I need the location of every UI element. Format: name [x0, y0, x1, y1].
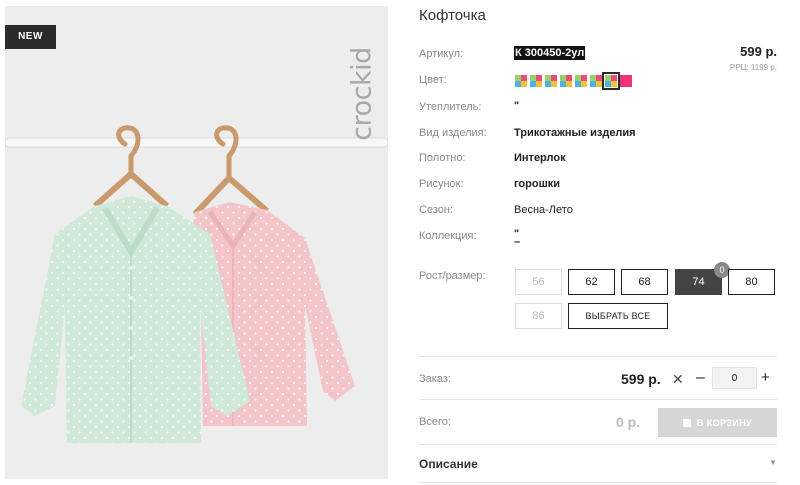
new-badge: NEW: [5, 25, 56, 49]
spec-label-season: Сезон:: [419, 204, 453, 216]
spec-label-pattern: Рисунок:: [419, 178, 464, 190]
plus-icon[interactable]: +: [761, 369, 770, 386]
product-info: Кофточка Артикул: К 300450-2ул 599 р. РР…: [419, 0, 781, 485]
brand-watermark: crockid: [345, 24, 379, 164]
swatch-multicolor-6[interactable]: [590, 75, 602, 87]
spec-value-season: Весна-Лето: [514, 204, 573, 216]
sku-highlight: К 300450-2ул: [514, 46, 586, 60]
spec-value-insulation: ": [514, 100, 520, 112]
spec-label-collection: Коллекция:: [419, 230, 477, 242]
swatch-multicolor-selected[interactable]: [602, 72, 620, 90]
brand-watermark-text: crockid: [346, 47, 378, 141]
chevron-down-icon[interactable]: ▼: [769, 458, 777, 467]
spec-label-fabric: Полотно:: [419, 152, 466, 164]
order-price: 599 р.: [621, 371, 661, 387]
divider: [419, 356, 777, 357]
spec-label-sku: Артикул:: [419, 48, 464, 60]
product-rrp: РРЦ: 1199 р.: [729, 63, 777, 72]
size-button-68[interactable]: 68: [621, 269, 668, 295]
swatch-multicolor-5[interactable]: [575, 75, 587, 87]
total-value: 0 р.: [616, 414, 641, 430]
select-all-button[interactable]: ВЫБРАТЬ ВСЕ: [568, 303, 668, 329]
hanger-left: [116, 125, 141, 179]
divider: [419, 399, 777, 400]
swatch-multicolor-3[interactable]: [545, 75, 557, 87]
clothes-rail: [5, 137, 388, 148]
divider: [419, 482, 777, 483]
swatch-pink[interactable]: [620, 75, 632, 87]
size-button-80[interactable]: 80: [728, 269, 775, 295]
product-price: 599 р.: [740, 44, 777, 59]
divider: [419, 444, 777, 445]
size-button-56: 56: [515, 269, 562, 295]
description-toggle[interactable]: Описание: [419, 457, 478, 471]
minus-icon[interactable]: –: [696, 369, 705, 387]
total-label: Всего:: [419, 416, 451, 428]
spec-label-color: Цвет:: [419, 74, 447, 86]
spec-value-fabric: Интерлок: [514, 152, 566, 164]
swatch-multicolor-2[interactable]: [530, 75, 542, 87]
spec-value-product-type: Трикотажные изделия: [514, 127, 636, 139]
spec-label-insulation: Утеплитель:: [419, 101, 482, 113]
swatch-multicolor-1[interactable]: [515, 75, 527, 87]
product-photo[interactable]: NEW crockid: [5, 6, 388, 479]
spec-label-size: Рост/размер:: [419, 270, 486, 282]
spec-label-product-type: Вид изделия:: [419, 127, 487, 139]
spec-value-pattern: горошки: [514, 178, 561, 190]
order-label: Заказ:: [419, 373, 451, 385]
hanger-right: [214, 125, 239, 181]
times-icon: ✕: [672, 371, 684, 387]
product-illustration: [5, 125, 388, 443]
size-button-62[interactable]: 62: [568, 269, 615, 295]
color-swatches: [515, 72, 632, 90]
cart-icon: [682, 418, 691, 427]
add-to-cart-button[interactable]: В КОРЗИНУ: [658, 408, 777, 437]
spec-value-sku: К 300450-2ул: [514, 46, 586, 60]
add-to-cart-label: В КОРЗИНУ: [696, 417, 753, 428]
spec-value-collection-extra: –: [514, 236, 521, 248]
size-button-86: 86: [515, 303, 562, 329]
swatch-multicolor-4[interactable]: [560, 75, 572, 87]
product-title: Кофточка: [419, 7, 486, 24]
quantity-input[interactable]: [712, 367, 757, 389]
